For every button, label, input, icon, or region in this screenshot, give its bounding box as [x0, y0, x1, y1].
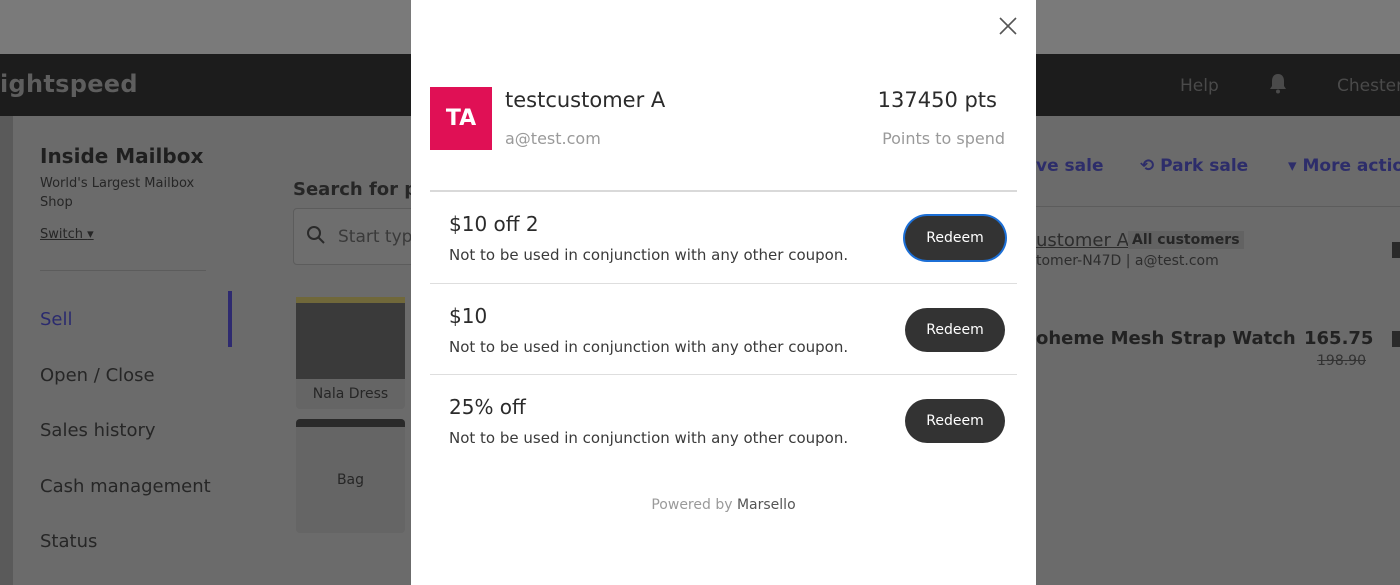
points-balance: 137450 pts	[877, 88, 997, 112]
sale-customer-details: tomer-N47D | a@test.com	[1036, 253, 1219, 269]
chevron-down-icon: ▾	[87, 227, 94, 242]
more-actions-button[interactable]: ▾ More actio	[1288, 156, 1400, 176]
trash-icon[interactable]	[1392, 242, 1400, 258]
brand-link[interactable]: Marsello	[737, 497, 796, 513]
switch-store-link[interactable]: Switch ▾	[40, 227, 94, 242]
offer-row: 25% off Not to be used in conjunction wi…	[430, 375, 1017, 467]
more-actions-label: More actio	[1302, 156, 1400, 176]
offer-title: $10	[449, 304, 488, 328]
line-item-price: 165.75	[1304, 328, 1374, 349]
park-sale-label: Park sale	[1160, 156, 1249, 176]
product-label: Bag	[336, 472, 365, 488]
points-label: Points to spend	[882, 129, 1005, 148]
history-icon: ⟲	[1140, 156, 1155, 176]
active-indicator	[228, 291, 232, 347]
save-sale-button[interactable]: ve sale	[1036, 156, 1103, 176]
customer-group-badge: All customers	[1128, 231, 1244, 249]
line-item-original-price: 198.90	[1317, 353, 1366, 369]
sale-customer-name[interactable]: ustomer A	[1036, 230, 1129, 251]
bell-icon[interactable]	[1268, 72, 1288, 94]
sidebar-divider	[40, 270, 206, 271]
line-item-name[interactable]: oheme Mesh Strap Watch	[1036, 328, 1296, 349]
search-placeholder: Start typ	[338, 227, 413, 247]
trash-icon[interactable]	[1392, 331, 1400, 347]
offer-title: 25% off	[449, 395, 526, 419]
offer-description: Not to be used in conjunction with any o…	[449, 246, 849, 264]
user-menu[interactable]: Chester	[1337, 76, 1400, 96]
close-icon[interactable]	[996, 14, 1020, 38]
sidebar-item-status[interactable]: Status	[40, 531, 97, 552]
offer-row: $10 off 2 Not to be used in conjunction …	[430, 192, 1017, 284]
customer-name: testcustomer A	[505, 88, 666, 112]
avatar: TA	[430, 87, 492, 150]
sidebar-item-cash-management[interactable]: Cash management	[40, 476, 211, 497]
store-subtitle: World's Largest Mailbox Shop	[40, 176, 195, 210]
product-image	[296, 297, 405, 379]
logo: ightspeed	[0, 70, 138, 98]
offer-title: $10 off 2	[449, 212, 539, 236]
search-label: Search for pr	[293, 179, 427, 200]
redeem-button[interactable]: Redeem	[905, 216, 1005, 260]
redeem-button[interactable]: Redeem	[905, 399, 1005, 443]
sidebar-item-open-close[interactable]: Open / Close	[40, 365, 155, 386]
sale-divider	[1036, 206, 1400, 207]
powered-by-footer: Powered by Marsello	[411, 497, 1036, 513]
powered-by-label: Powered by	[651, 497, 733, 513]
sidebar-item-sell[interactable]: Sell	[40, 309, 73, 330]
offer-row: $10 Not to be used in conjunction with a…	[430, 284, 1017, 376]
redeem-button[interactable]: Redeem	[905, 308, 1005, 352]
park-sale-button[interactable]: ⟲ Park sale	[1140, 156, 1248, 176]
offer-description: Not to be used in conjunction with any o…	[449, 429, 849, 447]
search-icon	[307, 226, 325, 244]
left-strip	[0, 116, 13, 585]
offer-description: Not to be used in conjunction with any o…	[449, 338, 849, 356]
product-tile-header	[296, 419, 405, 427]
customer-email: a@test.com	[505, 129, 601, 148]
help-link[interactable]: Help	[1180, 76, 1219, 96]
switch-label: Switch	[40, 227, 83, 242]
sidebar-item-sales-history[interactable]: Sales history	[40, 420, 156, 441]
caret-down-icon: ▾	[1288, 156, 1297, 176]
product-label: Nala Dress	[312, 386, 389, 402]
store-name: Inside Mailbox	[40, 144, 204, 168]
